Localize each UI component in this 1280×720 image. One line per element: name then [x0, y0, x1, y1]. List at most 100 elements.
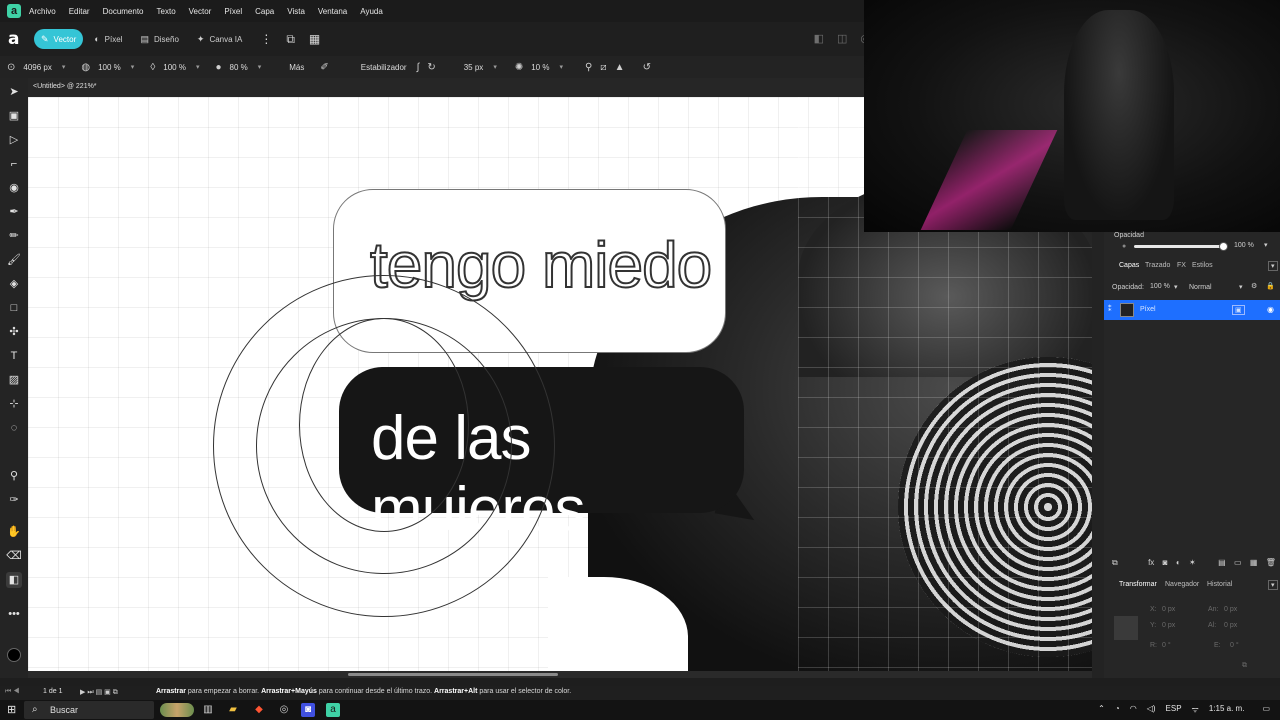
chevron-down-icon[interactable]: ▾ — [493, 63, 497, 71]
view-tool-icon[interactable]: ◉ — [6, 180, 22, 196]
color-swatch[interactable] — [7, 648, 21, 662]
windows-start-icon[interactable]: ⊞ — [7, 704, 19, 716]
chevron-down-icon[interactable]: ▾ — [196, 63, 200, 71]
rope-mode-icon[interactable]: ∫ — [417, 62, 420, 73]
tab-fx[interactable]: FX — [1177, 262, 1186, 269]
pencil-tool-icon[interactable]: ✏ — [6, 228, 22, 244]
menu-documento[interactable]: Documento — [103, 7, 144, 16]
scroll-thumb[interactable] — [348, 673, 558, 676]
wifi-strength-icon[interactable]: ᯤ — [1192, 704, 1199, 715]
chevron-down-icon[interactable]: ▾ — [62, 63, 66, 71]
image-tool-icon[interactable]: ▨ — [6, 372, 22, 388]
visibility-eye-icon[interactable]: ◉ — [1267, 305, 1274, 314]
reset-icon[interactable]: ↺ — [643, 62, 651, 73]
more-tools-icon[interactable]: ••• — [6, 606, 22, 622]
document-tab[interactable]: <Untitled> @ 221%* — [33, 83, 97, 90]
taskbar-search[interactable]: ⌕ Buscar — [24, 701, 154, 719]
anchor-selector[interactable] — [1114, 616, 1138, 640]
language-indicator[interactable]: ESP — [1166, 704, 1182, 715]
brush-size-value[interactable]: 4096 px — [23, 63, 51, 72]
first-page-icon[interactable]: ⏮ ◀ — [5, 688, 20, 696]
chevron-down-icon[interactable]: ▾ — [258, 63, 262, 71]
wet-edges-icon[interactable]: ⧄ — [600, 62, 606, 73]
fx-icon[interactable]: fx — [1148, 558, 1154, 568]
adjustment-icon[interactable]: ◐ — [1176, 558, 1181, 568]
new-layer-icon[interactable]: ▭ — [1234, 558, 1242, 568]
discord-icon[interactable]: ◙ — [301, 703, 315, 717]
tab-estilos[interactable]: Estilos — [1192, 262, 1213, 269]
node-tool-icon[interactable]: ▷ — [6, 132, 22, 148]
volume-icon[interactable]: ◁) — [1147, 704, 1156, 715]
fill-tool-icon[interactable]: ◈ — [6, 276, 22, 292]
add-page-icon[interactable]: ⧉ — [1112, 558, 1118, 568]
chevron-down-icon[interactable]: ▾ — [1174, 283, 1178, 291]
panel-collapse-icon[interactable]: ▾ — [1268, 580, 1278, 590]
opacity-value[interactable]: 100 % — [1234, 242, 1254, 249]
an-field[interactable]: 0 px — [1224, 606, 1237, 613]
weather-widget-icon[interactable] — [160, 703, 194, 717]
menu-vector[interactable]: Vector — [189, 7, 212, 16]
artboard-tool-icon[interactable]: ▣ — [6, 108, 22, 124]
tab-navegador[interactable]: Navegador — [1165, 581, 1199, 588]
menu-ayuda[interactable]: Ayuda — [360, 7, 383, 16]
persona-canva-ia[interactable]: ✦ Canva IA — [190, 29, 249, 49]
menu-pixel[interactable]: Píxel — [224, 7, 242, 16]
page-nav-icons[interactable]: ▶ ⏭ ▤ ▣ ⧉ — [80, 688, 118, 697]
chevron-down-icon[interactable]: ▾ — [1264, 241, 1268, 249]
align-icon[interactable]: ◧ — [814, 32, 824, 45]
obs-icon[interactable]: ◎ — [277, 703, 291, 717]
boolean-icon[interactable]: ◫ — [837, 32, 847, 45]
chevron-down-icon[interactable]: ▾ — [131, 63, 135, 71]
y-field[interactable]: 0 px — [1162, 622, 1175, 629]
flow-value[interactable]: 100 % — [163, 63, 186, 72]
persona-vector[interactable]: ✎ Vector — [34, 29, 84, 49]
r-field[interactable]: 0 ° — [1162, 642, 1171, 649]
menu-ventana[interactable]: Ventana — [318, 7, 347, 16]
grid-icon[interactable]: ▦ — [309, 32, 320, 46]
horizontal-scrollbar[interactable] — [28, 671, 1092, 678]
affinity-logo-icon[interactable]: a — [8, 31, 24, 48]
menu-archivo[interactable]: Archivo — [29, 7, 56, 16]
menu-vista[interactable]: Vista — [287, 7, 305, 16]
shape-tool-icon[interactable]: ✣ — [6, 324, 22, 340]
brush-settings-icon[interactable]: ✐ — [320, 62, 328, 73]
move-tool-icon[interactable]: ➤ — [6, 84, 22, 100]
rectangle-tool-icon[interactable]: □ — [6, 300, 22, 316]
transparency-tool-icon[interactable]: ◌ — [6, 420, 22, 436]
hand-tool-icon[interactable]: ✋ — [6, 524, 22, 540]
more-options-icon[interactable]: ⋮ — [260, 32, 272, 46]
tab-historial[interactable]: Historial — [1207, 581, 1232, 588]
brush-tool-icon[interactable]: 🖌 — [6, 252, 22, 268]
eyedropper-icon[interactable]: ⚲ — [585, 62, 592, 73]
group-icon[interactable]: ▤ — [1218, 558, 1226, 568]
tab-capas[interactable]: Capas — [1119, 262, 1139, 269]
hardness-value[interactable]: 80 % — [230, 63, 248, 72]
menu-capa[interactable]: Capa — [255, 7, 274, 16]
corner-tool-icon[interactable]: ⌐ — [6, 156, 22, 172]
more-button[interactable]: Más — [289, 63, 304, 72]
app-logo-icon[interactable]: a — [7, 4, 21, 18]
chevron-down-icon[interactable]: ▾ — [559, 63, 563, 71]
picker-tool-icon[interactable]: ✑ — [6, 492, 22, 508]
pixel-layer-icon[interactable]: ▦ — [1250, 558, 1258, 568]
spacing-value[interactable]: 10 % — [531, 63, 549, 72]
chevron-down-icon[interactable]: ▾ — [1239, 283, 1243, 291]
pen-tool-icon[interactable]: ✒ — [6, 204, 22, 220]
wifi-icon[interactable]: ◠ — [1130, 704, 1137, 715]
blend-mode-select[interactable]: Normal — [1189, 284, 1212, 291]
e-field[interactable]: 0 ° — [1230, 642, 1239, 649]
chevron-up-icon[interactable]: ⌃ — [1098, 704, 1105, 715]
window-mode-icon[interactable]: ↻ — [427, 62, 435, 73]
layer-row[interactable]: ⁑ Píxel ▣ ◉ — [1104, 300, 1280, 320]
task-view-icon[interactable]: ▥ — [201, 703, 215, 717]
file-explorer-icon[interactable]: ▰ — [226, 703, 240, 717]
protect-alpha-icon[interactable]: ▲ — [615, 62, 625, 73]
eyedropper-tool-icon[interactable]: ⚲ — [6, 468, 22, 484]
opacity-slider[interactable] — [1134, 245, 1224, 248]
persona-diseno[interactable]: ▤ Diseño — [133, 29, 185, 49]
pixel-eraser-tool-icon[interactable]: ◧ — [6, 572, 22, 588]
x-field[interactable]: 0 px — [1162, 606, 1175, 613]
layer-opacity-value[interactable]: 100 % — [1150, 283, 1170, 290]
delete-layer-icon[interactable]: 🗑 — [1266, 558, 1276, 568]
notifications-icon[interactable]: ▭ — [1262, 704, 1270, 715]
